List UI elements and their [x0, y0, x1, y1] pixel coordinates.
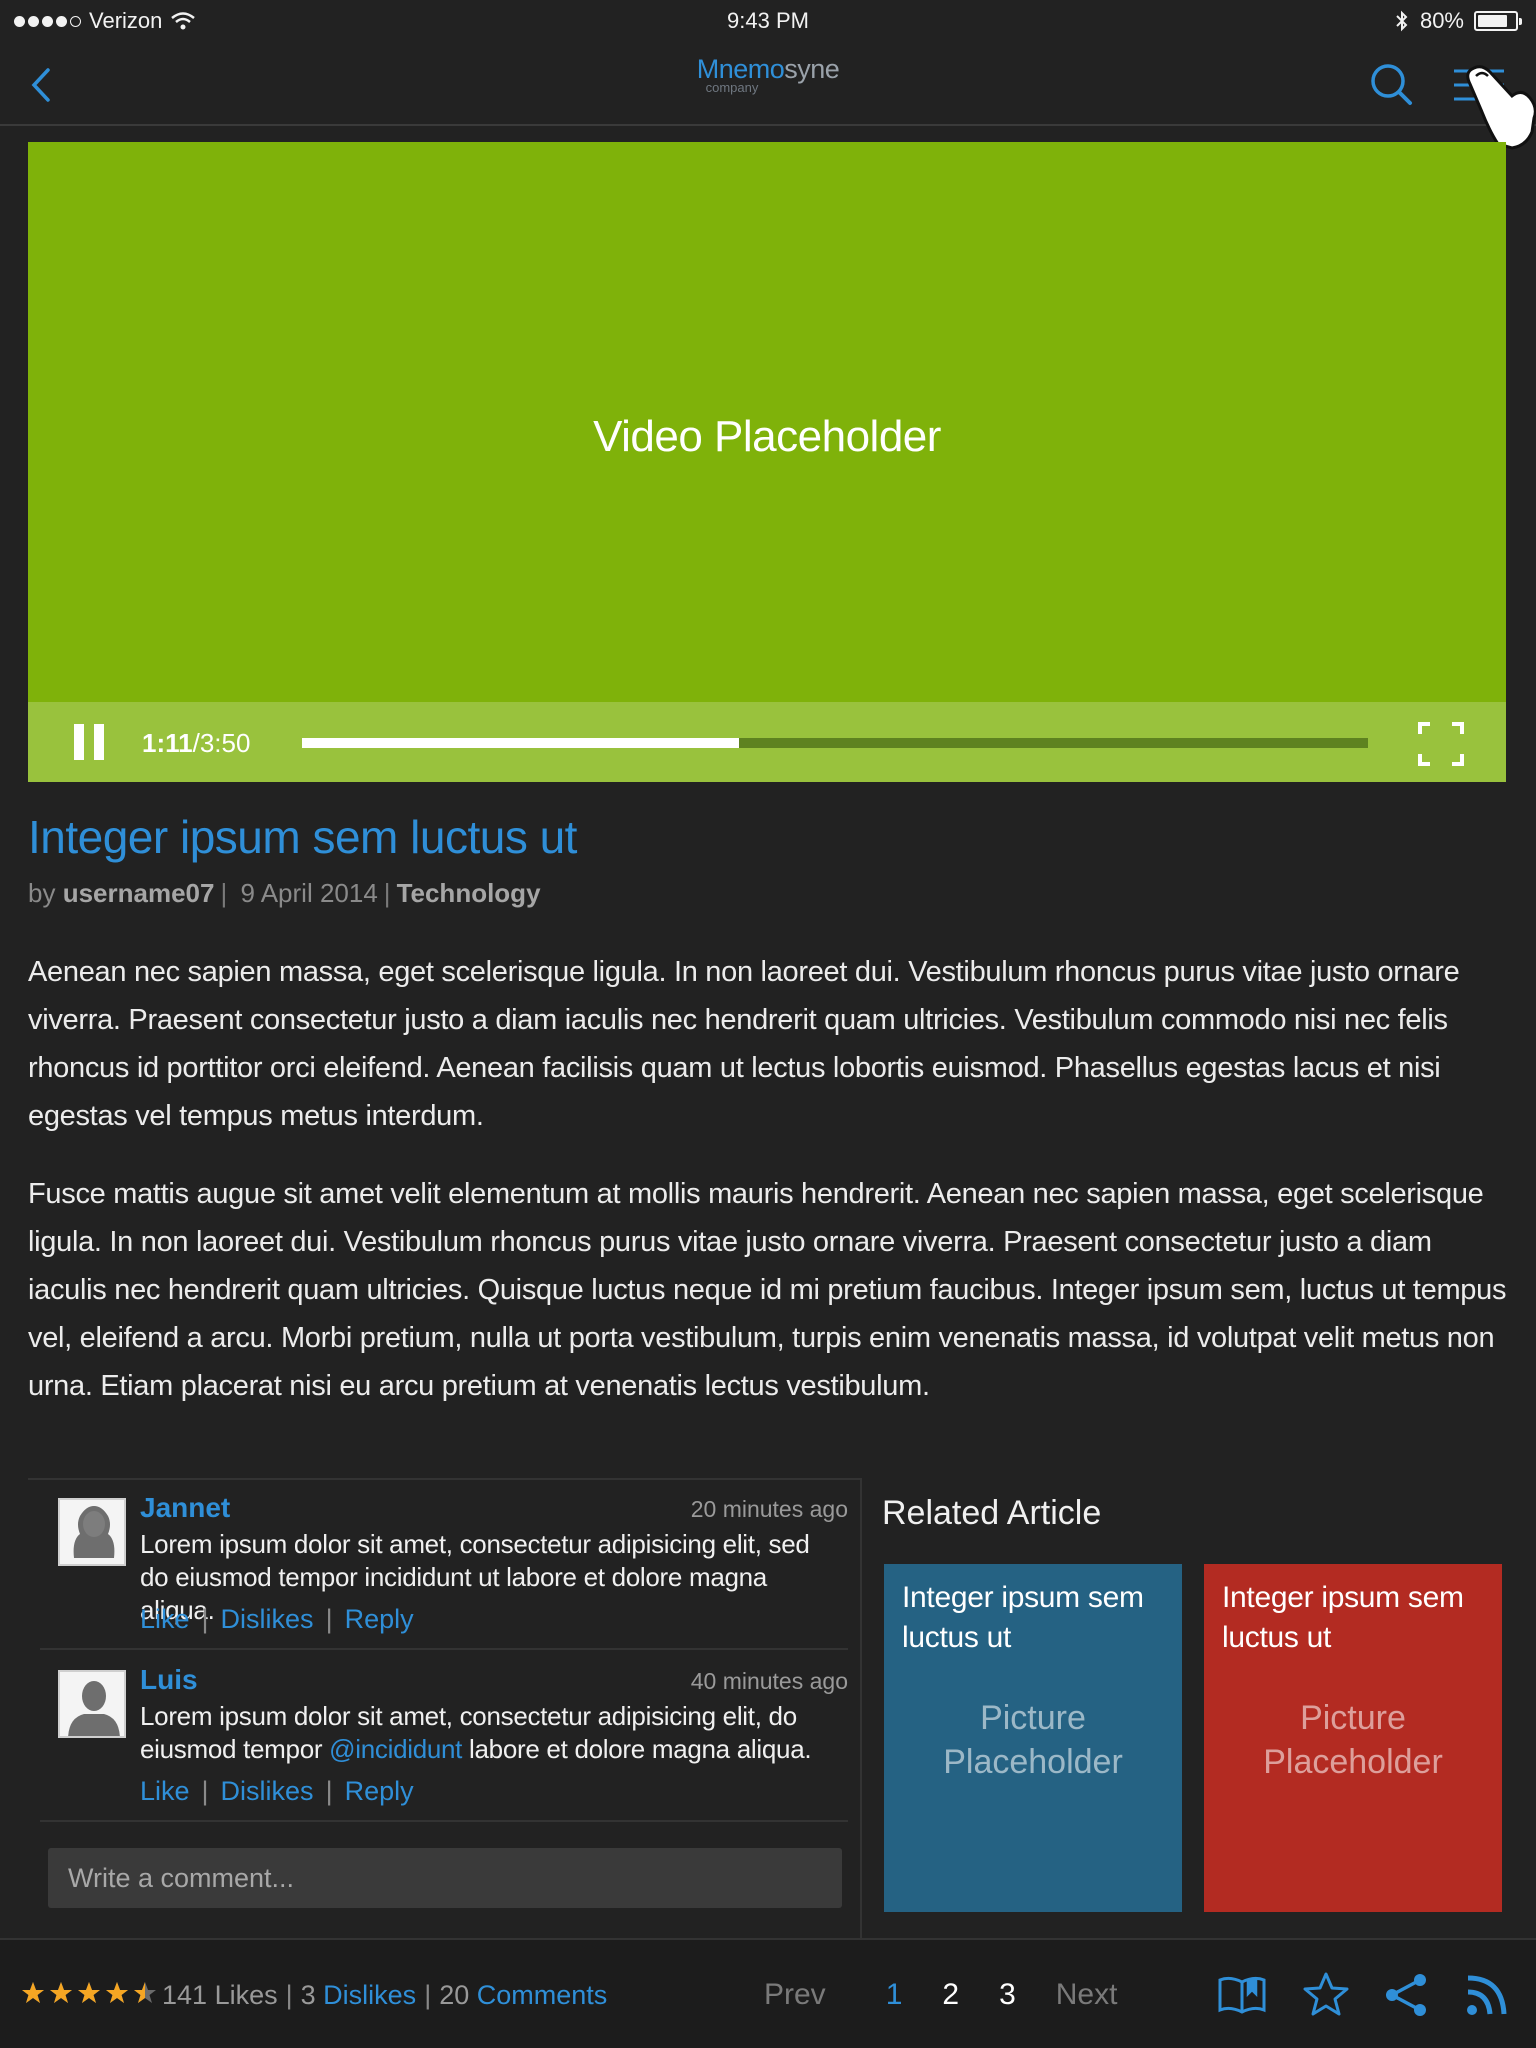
rss-button[interactable] [1462, 1970, 1514, 2020]
picture-label: Picture [1300, 1699, 1406, 1737]
article-title: Integer ipsum sem luctus ut [28, 811, 577, 863]
favorite-button[interactable] [1300, 1970, 1352, 2020]
picture-label: Picture [980, 1699, 1086, 1737]
related-article-card[interactable]: Integer ipsum sem luctus ut Picture Plac… [1204, 1564, 1502, 1912]
next-page-button[interactable]: Next [1056, 1978, 1118, 2012]
related-article-card[interactable]: Integer ipsum sem luctus ut Picture Plac… [884, 1564, 1182, 1912]
dislikes-button[interactable]: Dislikes [221, 1776, 314, 1807]
nav-bar: Mnemosyne company [0, 44, 1536, 126]
comments-count: 20 [439, 1980, 470, 2010]
prev-page-button[interactable]: Prev [764, 1978, 826, 2012]
status-time: 9:43 PM [727, 8, 809, 33]
dislikes-link[interactable]: Dislikes [323, 1980, 416, 2010]
mention-link[interactable]: @incididunt [329, 1734, 462, 1764]
footer-stats: 141 Likes | 3 Dislikes | 20 Comments [162, 1980, 608, 2010]
reply-button[interactable]: Reply [345, 1776, 414, 1807]
comment-author[interactable]: Luis [140, 1664, 198, 1696]
fullscreen-icon [1418, 722, 1464, 766]
reply-button[interactable]: Reply [345, 1604, 414, 1635]
progress-slider[interactable] [302, 738, 1368, 748]
page-1-button[interactable]: 1 [886, 1978, 903, 2012]
article-date: 9 April 2014 [240, 878, 378, 908]
bluetooth-icon [1396, 10, 1408, 32]
open-book-icon [1218, 1976, 1266, 2014]
footer-bar: 141 Likes | 3 Dislikes | 20 Comments Prev 1 … [0, 1938, 1536, 2048]
female-avatar-icon [58, 1498, 126, 1566]
placeholder-label: Placeholder [1263, 1743, 1443, 1781]
related-heading: Related Article [882, 1494, 1102, 1532]
comments-panel: Jannet 20 minutes ago Lorem ipsum dolor … [28, 1478, 862, 1938]
search-icon [1371, 64, 1412, 105]
logo-part-2: syne [784, 54, 840, 84]
dislikes-count: 3 [300, 1980, 316, 2010]
article-paragraph: Aenean nec sapien massa, eget scelerisqu… [28, 956, 1460, 1132]
comment-item: Luis 40 minutes ago Lorem ipsum dolor si… [40, 1652, 848, 1822]
star-rating [20, 1980, 158, 2006]
rating-star-icon [50, 1982, 72, 2003]
comment-actions: Like | Dislikes | Reply [140, 1776, 414, 1807]
page-2-button[interactable]: 2 [942, 1978, 959, 2012]
comment-input[interactable] [48, 1848, 842, 1908]
article-meta: by username07 | 9 April 2014 | Technology [28, 878, 541, 908]
share-button[interactable] [1380, 1970, 1432, 2020]
comment-time: 20 minutes ago [690, 1496, 848, 1522]
picture-placeholder: Picture Placeholder [884, 1696, 1182, 1784]
comment-author[interactable]: Jannet [140, 1492, 230, 1524]
search-button[interactable] [1366, 56, 1418, 112]
like-button[interactable]: Like [140, 1604, 190, 1635]
comments-link[interactable]: Comments [477, 1980, 608, 2010]
logo: Mnemosyne company [0, 54, 1536, 95]
picture-placeholder: Picture Placeholder [1204, 1696, 1502, 1784]
duration: /3:50 [192, 728, 251, 758]
page-3-button[interactable]: 3 [999, 1978, 1016, 2012]
star-outline-icon [1303, 1972, 1349, 2016]
read-button[interactable] [1216, 1970, 1268, 2020]
pause-icon [74, 724, 84, 760]
pause-button[interactable] [74, 724, 104, 760]
comment-item: Jannet 20 minutes ago Lorem ipsum dolor … [40, 1480, 848, 1650]
article-paragraph: Fusce mattis augue sit amet velit elemen… [28, 1178, 1507, 1402]
male-avatar-icon [58, 1670, 126, 1738]
battery-percent: 80% [1419, 8, 1464, 33]
pause-icon-bar [94, 724, 104, 760]
likes-label: Likes [214, 1980, 278, 2010]
pagination: Prev 1 2 3 Next [764, 1978, 1117, 2012]
current-time: 1:11 [142, 728, 193, 758]
category-link[interactable]: Technology [397, 878, 541, 908]
video-controls: 1:11/3:50 [28, 702, 1506, 782]
placeholder-label: Placeholder [943, 1743, 1123, 1781]
author-link[interactable]: username07 [63, 878, 215, 908]
like-button[interactable]: Like [140, 1776, 190, 1807]
comment-actions: Like | Dislikes | Reply [140, 1604, 414, 1635]
video-player[interactable]: Video Placeholder 1:11/3:50 [28, 142, 1506, 782]
by-label: by [28, 878, 56, 908]
fullscreen-button[interactable] [1418, 722, 1464, 766]
rating-star-icon [78, 1982, 100, 2003]
likes-count: 141 [162, 1980, 208, 2010]
time-readout: 1:11/3:50 [142, 728, 250, 759]
comment-time: 40 minutes ago [690, 1668, 848, 1694]
status-right: 80% [1394, 8, 1522, 34]
video-placeholder-label: Video Placeholder [593, 412, 941, 461]
comment-text-after: labore et dolore magna aliqua. [462, 1734, 812, 1764]
share-icon [1386, 1974, 1426, 2016]
status-bar: Verizon 9:43 PM 80% [0, 0, 1536, 44]
rss-icon [1467, 1975, 1507, 2015]
battery-icon [1474, 11, 1522, 31]
related-article-title: Integer ipsum sem luctus ut [1222, 1581, 1464, 1654]
rating-star-icon [134, 1982, 156, 2003]
related-article-title: Integer ipsum sem luctus ut [902, 1581, 1144, 1654]
comment-text: Lorem ipsum dolor sit amet, consectetur … [140, 1700, 840, 1766]
progress-fill [302, 738, 740, 748]
dislikes-button[interactable]: Dislikes [221, 1604, 314, 1635]
rating-star-icon [22, 1982, 44, 2003]
rating-star-icon [106, 1982, 128, 2003]
